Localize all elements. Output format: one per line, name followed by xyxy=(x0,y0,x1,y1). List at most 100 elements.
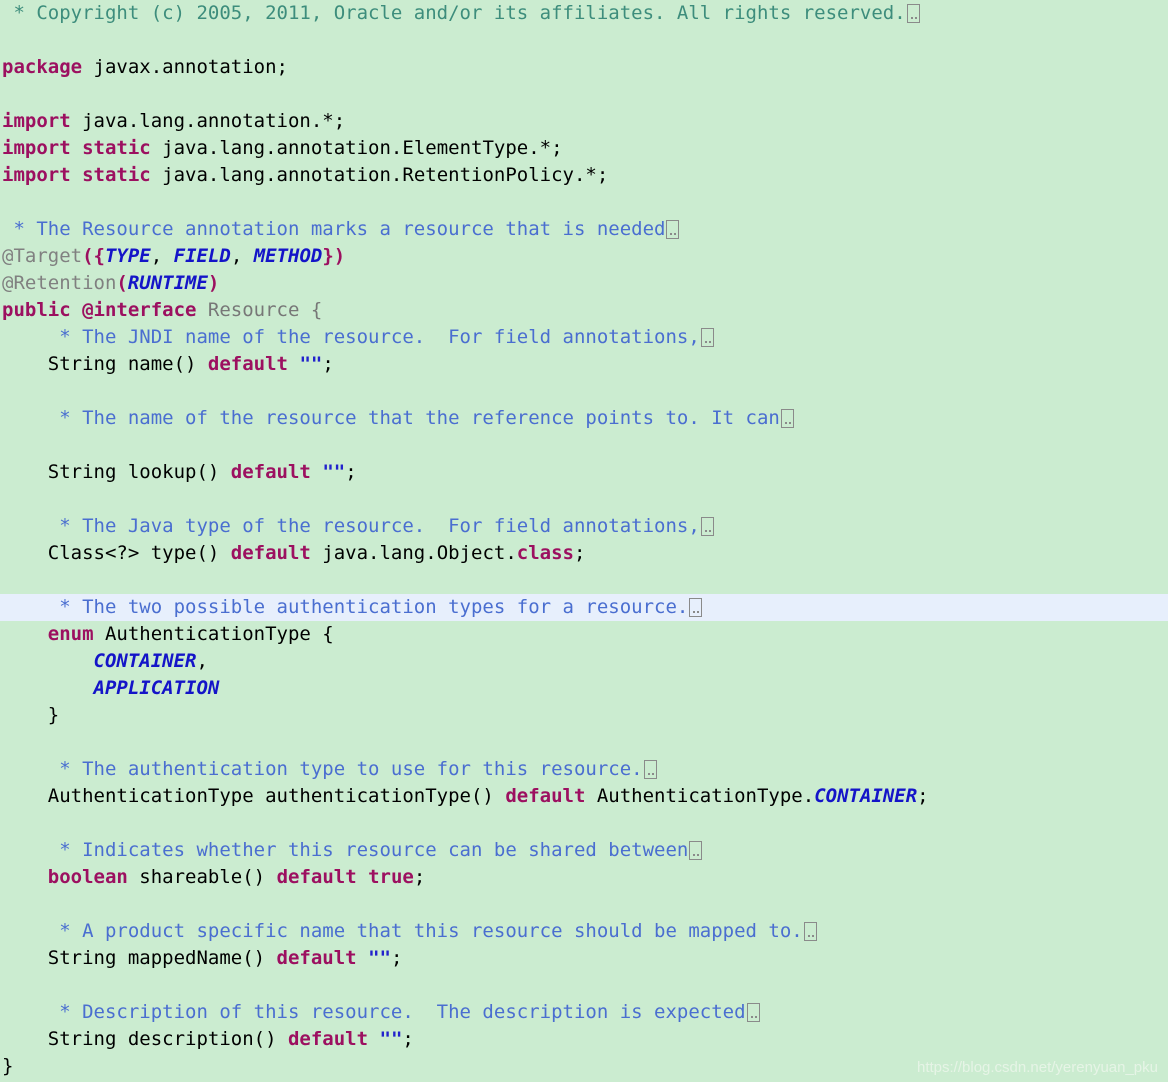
code-fold-marker-icon[interactable] xyxy=(700,517,714,536)
code-token: * Indicates whether this resource can be… xyxy=(2,839,689,861)
code-line[interactable]: @Retention(RUNTIME) xyxy=(0,270,1168,297)
code-line[interactable] xyxy=(0,189,1168,216)
code-line[interactable]: import static java.lang.annotation.Eleme… xyxy=(0,135,1168,162)
code-token: ) xyxy=(207,272,220,294)
code-token: APPLICATION xyxy=(93,677,220,699)
code-line-highlighted[interactable]: * The two possible authentication types … xyxy=(0,594,1168,621)
code-token: true xyxy=(368,866,414,888)
code-token: * The two possible authentication types … xyxy=(2,596,689,618)
code-token: * The JNDI name of the resource. For fie… xyxy=(2,326,700,348)
code-line[interactable]: * The authentication type to use for thi… xyxy=(0,756,1168,783)
code-line[interactable]: package javax.annotation; xyxy=(0,54,1168,81)
code-line[interactable]: String name() default ""; xyxy=(0,351,1168,378)
code-token: java.lang.annotation.*; xyxy=(70,110,346,132)
code-token: @Retention xyxy=(2,272,117,294)
code-token: * Description of this resource. The desc… xyxy=(2,1001,746,1023)
code-line[interactable] xyxy=(0,81,1168,108)
code-line[interactable]: Class<?> type() default java.lang.Object… xyxy=(0,540,1168,567)
code-line[interactable]: boolean shareable() default true; xyxy=(0,864,1168,891)
code-token: enum xyxy=(47,623,94,645)
code-token: default xyxy=(505,785,586,807)
code-line[interactable]: * The Resource annotation marks a resour… xyxy=(0,216,1168,243)
code-token: "" xyxy=(368,947,391,969)
code-fold-marker-icon[interactable] xyxy=(803,922,817,941)
code-line[interactable]: * The name of the resource that the refe… xyxy=(0,405,1168,432)
code-line[interactable] xyxy=(0,810,1168,837)
code-line[interactable]: * Description of this resource. The desc… xyxy=(0,999,1168,1026)
code-token: * The Resource annotation marks a resour… xyxy=(2,218,666,240)
code-token: boolean xyxy=(47,866,128,888)
code-line[interactable]: * Copyright (c) 2005, 2011, Oracle and/o… xyxy=(0,0,1168,27)
code-fold-marker-icon[interactable] xyxy=(643,760,657,779)
code-editor-pane[interactable]: * Copyright (c) 2005, 2011, Oracle and/o… xyxy=(0,0,1168,1082)
code-token: } xyxy=(2,1055,14,1077)
code-line[interactable] xyxy=(0,432,1168,459)
code-line[interactable]: import java.lang.annotation.*; xyxy=(0,108,1168,135)
code-token: * The authentication type to use for thi… xyxy=(2,758,643,780)
code-line[interactable]: APPLICATION xyxy=(0,675,1168,702)
code-content[interactable]: * Copyright (c) 2005, 2011, Oracle and/o… xyxy=(0,0,1168,1080)
code-fold-marker-icon[interactable] xyxy=(700,328,714,347)
code-token: package xyxy=(2,56,83,78)
code-line[interactable]: * The Java type of the resource. For fie… xyxy=(0,513,1168,540)
code-token: Class<?> type() xyxy=(2,542,231,564)
code-token: ({ xyxy=(82,245,105,267)
code-line[interactable] xyxy=(0,972,1168,999)
code-line[interactable] xyxy=(0,378,1168,405)
code-token: } xyxy=(2,704,60,726)
code-fold-marker-icon[interactable] xyxy=(906,4,920,23)
code-line[interactable]: CONTAINER, xyxy=(0,648,1168,675)
code-line[interactable]: enum AuthenticationType { xyxy=(0,621,1168,648)
code-fold-marker-icon[interactable] xyxy=(666,220,680,239)
code-fold-marker-icon[interactable] xyxy=(746,1003,760,1022)
code-line[interactable] xyxy=(0,27,1168,54)
code-fold-marker-icon[interactable] xyxy=(689,841,703,860)
code-token: java.lang.Object. xyxy=(310,542,517,564)
code-token: String lookup() xyxy=(2,461,231,483)
code-token: "" xyxy=(322,461,346,483)
code-token: class xyxy=(516,542,574,564)
code-token: default xyxy=(230,461,311,483)
code-token: , xyxy=(150,245,174,267)
code-line[interactable] xyxy=(0,486,1168,513)
code-token: default xyxy=(276,947,357,969)
code-token: ; xyxy=(322,353,334,375)
code-line[interactable]: String mappedName() default ""; xyxy=(0,945,1168,972)
code-fold-marker-icon[interactable] xyxy=(780,409,794,428)
code-line[interactable] xyxy=(0,891,1168,918)
code-token: default xyxy=(276,866,357,888)
code-line[interactable] xyxy=(0,567,1168,594)
code-token: }) xyxy=(322,245,346,267)
code-token: shareable() xyxy=(127,866,277,888)
code-line[interactable]: * The JNDI name of the resource. For fie… xyxy=(0,324,1168,351)
code-token: String name() xyxy=(2,353,208,375)
code-line[interactable] xyxy=(0,729,1168,756)
code-token: java.lang.annotation.ElementType.*; xyxy=(150,137,563,159)
code-line[interactable]: } xyxy=(0,1053,1168,1080)
code-line[interactable]: public @interface Resource { xyxy=(0,297,1168,324)
code-line[interactable]: * A product specific name that this reso… xyxy=(0,918,1168,945)
code-line[interactable]: * Indicates whether this resource can be… xyxy=(0,837,1168,864)
code-line[interactable]: AuthenticationType authenticationType() … xyxy=(0,783,1168,810)
code-token: ; xyxy=(917,785,929,807)
code-line[interactable]: @Target({TYPE, FIELD, METHOD}) xyxy=(0,243,1168,270)
code-token: ; xyxy=(402,1028,414,1050)
code-line[interactable]: import static java.lang.annotation.Reten… xyxy=(0,162,1168,189)
code-token: ; xyxy=(390,947,403,969)
code-token: * The Java type of the resource. For fie… xyxy=(2,515,700,537)
code-line[interactable]: String description() default ""; xyxy=(0,1026,1168,1053)
code-line[interactable]: } xyxy=(0,702,1168,729)
code-token: @Target xyxy=(2,245,83,267)
code-token: , xyxy=(230,245,254,267)
code-token: CONTAINER xyxy=(814,785,918,807)
code-fold-marker-icon[interactable] xyxy=(689,598,703,617)
code-token: AuthenticationType authenticationType() xyxy=(2,785,506,807)
code-line[interactable]: String lookup() default ""; xyxy=(0,459,1168,486)
